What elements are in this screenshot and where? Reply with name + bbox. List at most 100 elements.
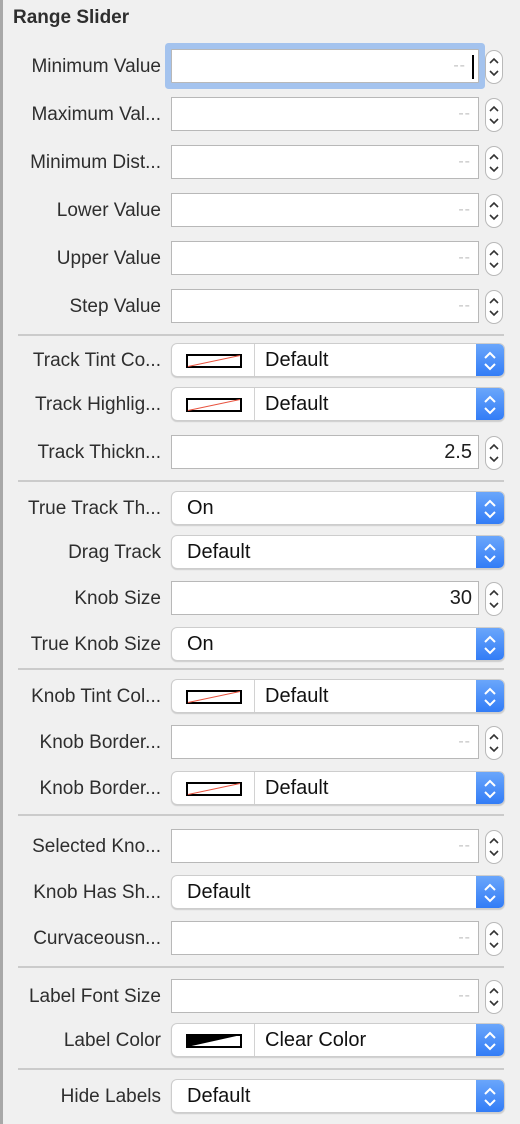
selected-kno-field[interactable]: --: [171, 829, 479, 863]
field-value: 30: [449, 587, 472, 609]
popup-chevrons-icon: [476, 344, 504, 376]
maximum-val-stepper[interactable]: [485, 98, 503, 132]
popup-chevrons-icon: [476, 536, 504, 568]
property-row-selected-kno: Selected Kno... --: [0, 827, 520, 867]
track-highlig-popup[interactable]: Default: [171, 387, 505, 421]
minimum-value-field[interactable]: --: [171, 49, 479, 83]
property-row-true-knob-size: True Knob Size On: [0, 625, 520, 665]
property-label: Minimum Value: [31, 56, 161, 77]
popup-value: Clear Color: [265, 1029, 367, 1051]
hide-labels-popup[interactable]: Default: [171, 1079, 505, 1113]
popup-value: On: [187, 633, 214, 655]
minimum-value-stepper[interactable]: [485, 50, 503, 84]
section-divider: [18, 668, 504, 670]
property-row-true-track-th: True Track Th... On: [0, 489, 520, 529]
property-row-hide-labels: Hide Labels Default: [0, 1077, 520, 1117]
field-placeholder: --: [458, 733, 471, 750]
property-label: Label Color: [63, 1030, 161, 1051]
property-row-step-value: Step Value --: [0, 287, 520, 327]
field-placeholder: --: [458, 201, 471, 218]
knob-size-stepper[interactable]: [485, 582, 503, 616]
drag-track-popup[interactable]: Default: [171, 535, 505, 569]
property-row-knob-size: Knob Size 30: [0, 579, 520, 619]
property-row-label-font-size: Label Font Size --: [0, 977, 520, 1017]
popup-chevrons-icon: [476, 492, 504, 524]
track-tint-co-popup[interactable]: Default: [171, 343, 505, 377]
property-label: Lower Value: [56, 200, 161, 221]
popup-chevrons-icon: [476, 1080, 504, 1112]
track-thickn-stepper[interactable]: [485, 436, 503, 470]
section-title: Range Slider: [13, 7, 130, 28]
label-font-size-stepper[interactable]: [485, 980, 503, 1014]
popup-value: On: [187, 497, 214, 519]
curvaceousn-stepper[interactable]: [485, 922, 503, 956]
property-row-track-tint-co: Track Tint Co... Default: [0, 341, 520, 381]
knob-border-stepper[interactable]: [485, 726, 503, 760]
field-placeholder: --: [458, 929, 471, 946]
property-label: Step Value: [69, 296, 161, 317]
property-label: Knob Size: [74, 588, 161, 609]
property-row-knob-has-sh: Knob Has Sh... Default: [0, 873, 520, 913]
popup-value: Default: [265, 685, 329, 707]
popup-value: Default: [265, 349, 329, 371]
property-label: Knob Has Sh...: [33, 882, 161, 903]
step-value-stepper[interactable]: [485, 290, 503, 324]
property-label: Track Tint Co...: [32, 350, 161, 371]
property-label: Knob Border...: [39, 778, 161, 799]
field-value: 2.5: [444, 441, 472, 463]
label-color-popup[interactable]: Clear Color: [171, 1023, 505, 1057]
popup-chevrons-icon: [476, 388, 504, 420]
section-divider: [18, 334, 504, 336]
property-row-curvaceousn: Curvaceousn... --: [0, 919, 520, 959]
popup-chevrons-icon: [476, 680, 504, 712]
knob-border-field[interactable]: --: [171, 725, 479, 759]
property-label: Maximum Val...: [31, 104, 161, 125]
default-color-swatch-icon: [186, 354, 242, 368]
section-divider: [18, 1068, 504, 1070]
field-placeholder: --: [458, 297, 471, 314]
property-row-knob-border: Knob Border... Default: [0, 769, 520, 809]
property-label: Drag Track: [68, 542, 161, 563]
knob-has-sh-popup[interactable]: Default: [171, 875, 505, 909]
knob-size-field[interactable]: 30: [171, 581, 479, 615]
property-label: Selected Kno...: [32, 836, 161, 857]
true-track-th-popup[interactable]: On: [171, 491, 505, 525]
property-row-drag-track: Drag Track Default: [0, 533, 520, 573]
true-knob-size-popup[interactable]: On: [171, 627, 505, 661]
section-divider: [18, 480, 504, 482]
property-label: Track Highlig...: [35, 394, 161, 415]
swatch-divider: [254, 388, 255, 420]
property-row-knob-tint-col: Knob Tint Col... Default: [0, 677, 520, 717]
step-value-field[interactable]: --: [171, 289, 479, 323]
property-label: Upper Value: [56, 248, 161, 269]
label-font-size-field[interactable]: --: [171, 979, 479, 1013]
field-placeholder: --: [458, 837, 471, 854]
upper-value-stepper[interactable]: [485, 242, 503, 276]
text-caret: [472, 55, 474, 79]
upper-value-field[interactable]: --: [171, 241, 479, 275]
popup-chevrons-icon: [476, 628, 504, 660]
popup-value: Default: [265, 393, 329, 415]
field-placeholder: --: [458, 105, 471, 122]
lower-value-field[interactable]: --: [171, 193, 479, 227]
popup-chevrons-icon: [476, 772, 504, 804]
popup-chevrons-icon: [476, 1024, 504, 1056]
swatch-divider: [254, 772, 255, 804]
minimum-dist-field[interactable]: --: [171, 145, 479, 179]
lower-value-stepper[interactable]: [485, 194, 503, 228]
field-placeholder: --: [453, 57, 466, 74]
popup-value: Default: [187, 881, 251, 903]
maximum-val-field[interactable]: --: [171, 97, 479, 131]
section-divider: [18, 966, 504, 968]
popup-chevrons-icon: [476, 876, 504, 908]
property-row-maximum-val: Maximum Val... --: [0, 95, 520, 135]
property-label: Knob Border...: [39, 732, 161, 753]
knob-tint-col-popup[interactable]: Default: [171, 679, 505, 713]
knob-border-popup[interactable]: Default: [171, 771, 505, 805]
curvaceousn-field[interactable]: --: [171, 921, 479, 955]
field-placeholder: --: [458, 153, 471, 170]
track-thickn-field[interactable]: 2.5: [171, 435, 479, 469]
default-color-swatch-icon: [186, 690, 242, 704]
minimum-dist-stepper[interactable]: [485, 146, 503, 180]
selected-kno-stepper[interactable]: [485, 830, 503, 864]
